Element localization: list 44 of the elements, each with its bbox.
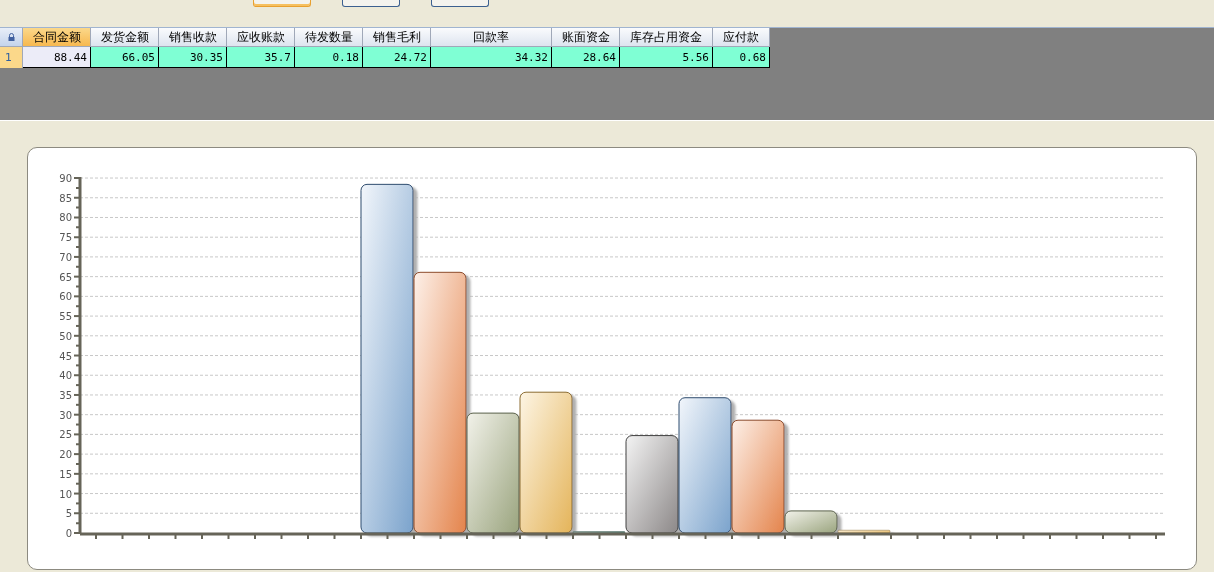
y-tick-label: 90: [59, 173, 72, 185]
y-tick-label: 70: [59, 251, 72, 263]
table-cell: 0.18: [295, 47, 363, 68]
column-header[interactable]: 库存占用资金: [620, 28, 713, 47]
y-tick-label: 35: [59, 389, 72, 401]
table-cell: 35.7: [227, 47, 295, 68]
y-tick-label: 25: [59, 429, 72, 441]
row-header[interactable]: 1: [0, 47, 23, 68]
lock-icon: [7, 33, 15, 41]
column-header[interactable]: 销售毛利: [363, 28, 431, 47]
column-header[interactable]: 销售收款: [159, 28, 227, 47]
y-tick-label: 50: [59, 330, 72, 342]
y-tick-label: 10: [59, 488, 72, 500]
y-tick-label: 40: [59, 370, 72, 382]
table-cell: 34.32: [431, 47, 552, 68]
column-header[interactable]: 应付款: [713, 28, 770, 47]
y-tick-label: 85: [59, 192, 72, 204]
column-header[interactable]: 发货金额: [91, 28, 159, 47]
table-cell: 66.05: [91, 47, 159, 68]
y-tick-label: 65: [59, 271, 72, 283]
table-cell: 88.44: [23, 47, 91, 68]
y-tick-label: 30: [59, 409, 72, 421]
toolbar-button[interactable]: [431, 0, 489, 7]
column-header[interactable]: 待发数量: [295, 28, 363, 47]
y-tick-label: 60: [59, 291, 72, 303]
column-header[interactable]: 应收账款: [227, 28, 295, 47]
column-header[interactable]: 账面资金: [552, 28, 620, 47]
select-all-corner[interactable]: [0, 28, 23, 47]
y-tick-label: 75: [59, 232, 72, 244]
y-tick-label: 5: [65, 508, 72, 520]
y-tick-label: 20: [59, 449, 72, 461]
table-cell: 24.72: [363, 47, 431, 68]
y-tick-label: 55: [59, 311, 72, 323]
column-header[interactable]: 合同金额: [23, 28, 91, 47]
y-tick-label: 15: [59, 468, 72, 480]
table-cell: 0.68: [713, 47, 770, 68]
toolbar-button[interactable]: [342, 0, 400, 7]
y-tick-label: 45: [59, 350, 72, 362]
table-cell: 30.35: [159, 47, 227, 68]
column-header[interactable]: 回款率: [431, 28, 552, 47]
y-tick-label: 0: [65, 528, 72, 539]
table-cell: 5.56: [620, 47, 713, 68]
table-cell: 28.64: [552, 47, 620, 68]
y-tick-label: 80: [59, 212, 72, 224]
